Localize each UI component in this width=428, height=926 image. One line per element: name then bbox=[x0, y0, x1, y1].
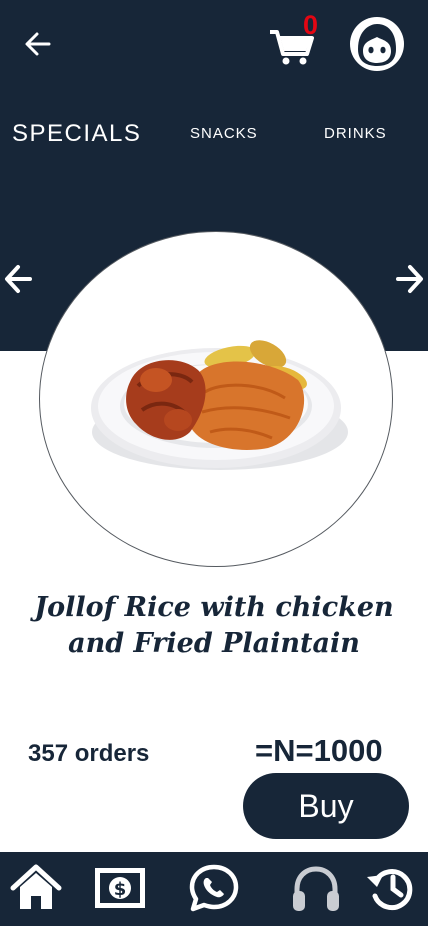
history-icon bbox=[367, 869, 413, 911]
arrow-left-icon bbox=[5, 265, 32, 293]
arrow-right-icon bbox=[396, 265, 423, 293]
tab-drinks[interactable]: DRINKS bbox=[324, 125, 387, 142]
product-image-frame bbox=[39, 231, 393, 567]
cart-count-badge: 0 bbox=[303, 10, 319, 40]
product-price: =N=1000 bbox=[255, 733, 383, 768]
nav-payments[interactable]: $ bbox=[92, 860, 148, 916]
bottom-nav: $ bbox=[0, 852, 428, 926]
buy-button[interactable]: Buy bbox=[243, 773, 409, 839]
whatsapp-icon bbox=[189, 864, 239, 912]
svg-text:$: $ bbox=[114, 879, 127, 900]
product-name: Jollof Rice with chicken and Fried Plain… bbox=[34, 592, 394, 659]
nav-support[interactable] bbox=[288, 860, 344, 916]
profile-avatar[interactable] bbox=[350, 17, 404, 71]
money-icon: $ bbox=[95, 868, 145, 908]
user-avatar-icon bbox=[358, 24, 396, 66]
headphones-icon bbox=[293, 866, 339, 911]
food-plate-image bbox=[91, 340, 348, 470]
arrow-left-icon bbox=[25, 32, 51, 56]
back-button[interactable] bbox=[18, 24, 58, 64]
nav-history[interactable] bbox=[364, 860, 420, 916]
tab-specials[interactable]: SPECIALS bbox=[12, 120, 141, 148]
home-icon bbox=[10, 864, 62, 909]
nav-home[interactable] bbox=[8, 860, 64, 916]
nav-whatsapp[interactable] bbox=[186, 860, 242, 916]
carousel-prev-button[interactable] bbox=[0, 256, 36, 302]
carousel-next-button[interactable] bbox=[392, 256, 428, 302]
order-count: 357 orders bbox=[28, 740, 150, 767]
tab-snacks[interactable]: SNACKS bbox=[190, 125, 258, 142]
